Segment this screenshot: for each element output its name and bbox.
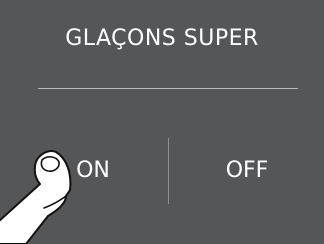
off-button[interactable]: OFF bbox=[210, 154, 284, 188]
setting-title: GLAÇONS SUPER bbox=[65, 26, 259, 51]
glacons-super-panel: GLAÇONS SUPER ON OFF bbox=[0, 0, 324, 244]
on-button[interactable]: ON bbox=[58, 154, 128, 188]
options-divider bbox=[168, 138, 169, 204]
title-divider bbox=[38, 88, 298, 89]
